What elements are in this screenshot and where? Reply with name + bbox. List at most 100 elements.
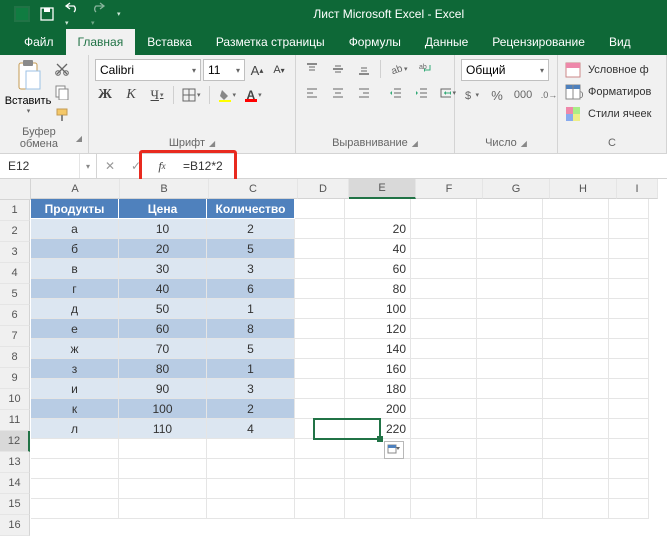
increase-indent-icon[interactable] — [412, 83, 432, 103]
decrease-font-icon[interactable]: A▾ — [269, 60, 289, 80]
column-header-B[interactable]: B — [120, 179, 209, 199]
cell[interactable] — [207, 479, 295, 499]
cell[interactable] — [543, 499, 609, 519]
format-as-table-button[interactable]: Форматиров — [564, 81, 660, 103]
cell[interactable] — [295, 399, 345, 419]
cell[interactable] — [411, 499, 477, 519]
cell[interactable]: Цена — [119, 199, 207, 219]
cell[interactable] — [477, 299, 543, 319]
cell[interactable] — [207, 499, 295, 519]
align-middle-icon[interactable] — [328, 59, 348, 79]
column-header-H[interactable]: H — [550, 179, 617, 199]
cell[interactable]: 140 — [345, 339, 411, 359]
cell[interactable] — [31, 439, 119, 459]
cell[interactable]: л — [31, 419, 119, 439]
chevron-down-icon[interactable]: ▾ — [79, 154, 96, 178]
cell[interactable] — [609, 339, 649, 359]
tab-review[interactable]: Рецензирование — [480, 29, 597, 55]
cell[interactable] — [295, 219, 345, 239]
cell[interactable] — [411, 419, 477, 439]
cell[interactable]: е — [31, 319, 119, 339]
cell[interactable] — [543, 319, 609, 339]
font-size-combo[interactable]: 11▾ — [203, 59, 245, 81]
cell[interactable] — [477, 339, 543, 359]
orientation-icon[interactable]: ab▾ — [387, 59, 410, 79]
cell[interactable] — [411, 319, 477, 339]
cell[interactable]: 200 — [345, 399, 411, 419]
cell[interactable] — [345, 439, 411, 459]
cell[interactable] — [295, 359, 345, 379]
cell[interactable]: 160 — [345, 359, 411, 379]
dialog-launcher-icon[interactable]: ◢ — [412, 139, 418, 148]
tab-view[interactable]: Вид — [597, 29, 643, 55]
cell[interactable] — [411, 399, 477, 419]
cell[interactable] — [609, 259, 649, 279]
column-header-G[interactable]: G — [483, 179, 550, 199]
cell[interactable] — [295, 199, 345, 219]
align-left-icon[interactable] — [302, 83, 322, 103]
tab-page-layout[interactable]: Разметка страницы — [204, 29, 337, 55]
cell[interactable]: 40 — [345, 239, 411, 259]
cell[interactable] — [411, 199, 477, 219]
cell[interactable] — [411, 219, 477, 239]
cell[interactable] — [609, 279, 649, 299]
cell[interactable] — [295, 319, 345, 339]
cell[interactable] — [295, 439, 345, 459]
cell[interactable]: 50 — [119, 299, 207, 319]
row-header[interactable]: 10 — [0, 389, 30, 410]
cell[interactable] — [295, 299, 345, 319]
cell[interactable] — [411, 459, 477, 479]
column-header-A[interactable]: A — [31, 179, 120, 199]
cell[interactable]: 10 — [119, 219, 207, 239]
cell[interactable] — [477, 259, 543, 279]
column-header-C[interactable]: C — [209, 179, 298, 199]
cell[interactable] — [411, 479, 477, 499]
cell[interactable]: 1 — [207, 299, 295, 319]
row-header[interactable]: 13 — [0, 452, 30, 473]
cell[interactable] — [119, 439, 207, 459]
cell[interactable] — [411, 299, 477, 319]
cell[interactable]: 90 — [119, 379, 207, 399]
formula-input[interactable]: =B12*2 — [175, 154, 667, 178]
cell[interactable] — [609, 459, 649, 479]
italic-button[interactable]: К — [121, 85, 141, 105]
format-painter-icon[interactable] — [54, 107, 70, 126]
grid[interactable]: ABCDEFGHI ПродуктыЦенаКоличествоа10220б2… — [31, 179, 667, 552]
cell[interactable]: 20 — [345, 219, 411, 239]
cell[interactable] — [543, 279, 609, 299]
row-header[interactable]: 3 — [0, 242, 30, 263]
cell[interactable] — [543, 199, 609, 219]
cell[interactable] — [345, 199, 411, 219]
row-header[interactable]: 4 — [0, 263, 30, 284]
font-name-combo[interactable]: Calibri▾ — [95, 59, 201, 81]
cell[interactable]: 220 — [345, 419, 411, 439]
tab-formulas[interactable]: Формулы — [337, 29, 413, 55]
cell[interactable] — [295, 459, 345, 479]
percent-icon[interactable]: % — [487, 85, 507, 105]
cell[interactable] — [477, 459, 543, 479]
cell[interactable] — [345, 499, 411, 519]
row-header[interactable]: 5 — [0, 284, 30, 305]
row-header[interactable]: 11 — [0, 410, 30, 431]
cell[interactable] — [543, 379, 609, 399]
select-all-corner[interactable] — [0, 179, 31, 200]
cell[interactable] — [609, 499, 649, 519]
enter-formula-icon[interactable]: ✓ — [123, 154, 149, 178]
cut-icon[interactable] — [54, 61, 70, 80]
cell[interactable]: 180 — [345, 379, 411, 399]
cell[interactable] — [295, 479, 345, 499]
cell[interactable]: к — [31, 399, 119, 419]
cell[interactable]: 20 — [119, 239, 207, 259]
column-header-E[interactable]: E — [349, 179, 416, 199]
row-header[interactable]: 2 — [0, 221, 30, 242]
paste-button[interactable]: Вставить ▾ — [6, 59, 50, 115]
align-center-icon[interactable] — [328, 83, 348, 103]
cell[interactable] — [477, 419, 543, 439]
underline-button[interactable]: Ч▾ — [147, 85, 167, 105]
cell[interactable] — [477, 319, 543, 339]
cell[interactable]: 30 — [119, 259, 207, 279]
cell[interactable]: 80 — [345, 279, 411, 299]
cell[interactable] — [477, 379, 543, 399]
row-header[interactable]: 15 — [0, 494, 30, 515]
tab-insert[interactable]: Вставка — [135, 29, 204, 55]
